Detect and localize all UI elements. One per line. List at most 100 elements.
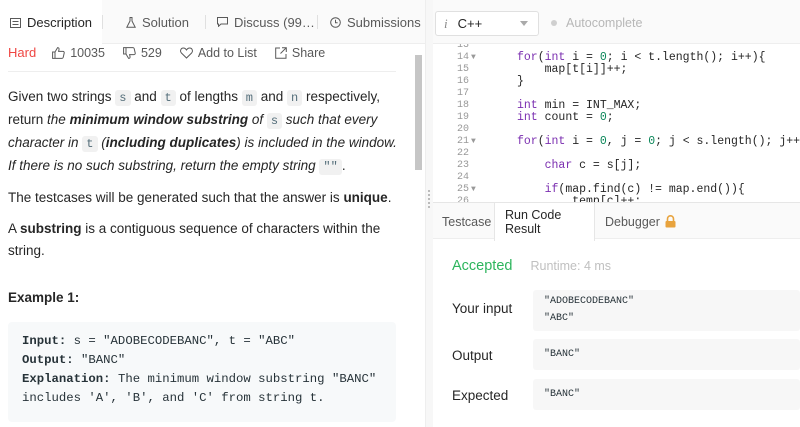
line-number: 24 (456, 172, 469, 183)
code-line[interactable]: 16} (433, 76, 800, 88)
add-to-list-label: Add to List (197, 45, 257, 60)
text: The testcases will be generated such tha… (8, 190, 344, 205)
tab-description[interactable]: Description (0, 0, 102, 45)
expected-value: "BANC" (544, 389, 581, 400)
likes-count: 10035 (70, 45, 105, 60)
text: ( (97, 135, 106, 150)
text: Given two strings (8, 89, 116, 104)
code-text: for(int i = 0, j = 0; j < s.length(); j+… (517, 135, 800, 148)
example-output: Output: "BANC" (22, 351, 382, 370)
description-scrollbar[interactable] (415, 55, 422, 170)
tab-debugger[interactable]: Debugger (595, 203, 685, 240)
tab-run-code-result[interactable]: Run Code Result (494, 203, 595, 241)
tab-discuss[interactable]: Discuss (99… (205, 0, 317, 44)
drag-handle-icon (428, 190, 430, 210)
clock-icon (330, 16, 341, 28)
console-tab-bar: Testcase Run Code Result Debugger (433, 202, 800, 241)
tab-solution-label: Solution (142, 14, 189, 30)
example-input: Input: s = "ADOBECODEBANC", t = "ABC" (22, 332, 382, 351)
emphasis: substring (20, 221, 82, 236)
code-line[interactable]: 21 ▼ for(int i = 0, j = 0; j < s.length();… (433, 136, 800, 148)
inline-code: "" (319, 159, 342, 175)
example-label: Output: (22, 353, 74, 367)
text: A (8, 221, 21, 236)
divider (8, 71, 396, 72)
line-number: 16 (456, 76, 469, 87)
code-text: char c = s[j]; (544, 159, 642, 172)
your-input-label: Your input (452, 301, 513, 316)
fold-arrow-icon[interactable]: ▼ (471, 136, 476, 148)
tab-solution[interactable]: Solution (102, 0, 204, 44)
fold-arrow-icon[interactable]: ▼ (471, 52, 476, 64)
text: . (341, 158, 346, 173)
code-line[interactable]: 19 int count = 0; (433, 112, 800, 124)
line-number: 19 (456, 112, 469, 123)
output-value: "BANC" (544, 349, 581, 360)
your-input-line: "ADOBECODEBANC" (544, 296, 635, 307)
problem-description: Given two strings s and t of lengths m a… (8, 86, 400, 271)
description-icon (10, 17, 21, 28)
output-box: "BANC" (533, 339, 800, 370)
code-line[interactable]: 23 char c = s[j]; (433, 160, 800, 172)
tab-submissions-label: Submissions (347, 14, 421, 30)
share-button[interactable]: Share (275, 46, 325, 60)
emphasis: including duplicates (105, 135, 237, 150)
editor-toolbar: i C++ Autocomplete (433, 0, 800, 44)
description-paragraph: Given two strings s and t of lengths m a… (8, 86, 400, 178)
text: of lengths (175, 89, 242, 104)
tab-discuss-label: Discuss (99… (234, 14, 315, 30)
inline-code: n (287, 90, 303, 106)
line-number: 13 (456, 44, 469, 51)
example-label: Explanation: (22, 372, 111, 386)
add-to-list-button[interactable]: Add to List (179, 45, 257, 60)
share-label: Share (291, 45, 326, 60)
text: . (387, 190, 392, 205)
difficulty-badge: Hard (8, 45, 37, 60)
description-panel: Description Solution Discuss (99… Submis… (0, 0, 425, 427)
description-paragraph: The testcases will be generated such tha… (8, 187, 400, 209)
tab-debugger-label: Debugger (605, 214, 660, 229)
line-number: 18 (456, 100, 469, 111)
code-line[interactable]: 18 int min = INT_MAX; (433, 100, 800, 112)
tab-testcase[interactable]: Testcase (433, 203, 494, 240)
inline-code: t (160, 90, 176, 106)
runtime-value: Runtime: 4 ms (530, 259, 612, 273)
fold-arrow-icon[interactable]: ▼ (471, 184, 476, 196)
heart-icon (179, 46, 193, 59)
code-text: int count = 0; (517, 111, 614, 124)
dislikes-count: 529 (140, 45, 162, 60)
problem-meta-bar: Hard 10035 529 Add to List Share (8, 44, 343, 61)
text: and (130, 89, 161, 104)
line-number: 20 (456, 124, 469, 135)
status-accepted: Accepted (452, 258, 513, 274)
expected-label: Expected (452, 388, 509, 403)
inline-code: m (241, 90, 257, 106)
language-select[interactable]: i C++ (435, 11, 539, 36)
thumbs-up-icon (52, 46, 65, 59)
line-number: 17 (456, 88, 469, 99)
text: of (248, 112, 267, 127)
inline-code: t (82, 136, 98, 152)
dislike-button[interactable]: 529 (123, 46, 162, 60)
example-explanation: Explanation: The minimum window substrin… (22, 370, 382, 389)
panel-resize-handle[interactable] (425, 0, 433, 427)
lock-icon (665, 215, 676, 228)
emphasis: minimum window substring (69, 112, 249, 127)
thumbs-down-icon (123, 46, 136, 59)
run-status: Accepted Runtime: 4 ms (452, 258, 611, 274)
example-value: "BANC" (73, 353, 126, 367)
code-editor[interactable]: 13 14 ▼ for(int i = 0; i < t.length(); i++)… (433, 44, 800, 202)
autocomplete-toggle[interactable]: Autocomplete (551, 16, 642, 30)
share-icon (275, 46, 287, 59)
code-text: map[t[i]]++; (517, 63, 628, 76)
example-title: Example 1: (8, 290, 80, 305)
line-number: 15 (456, 64, 469, 75)
flask-icon (126, 16, 136, 28)
tab-submissions[interactable]: Submissions (318, 0, 425, 44)
text: the (47, 112, 70, 127)
expected-box: "BANC" (533, 379, 800, 410)
like-button[interactable]: 10035 (52, 46, 105, 60)
inline-code: s (266, 113, 283, 129)
code-line[interactable]: 15 map[t[i]]++; (433, 64, 800, 76)
language-value: C++ (457, 16, 483, 31)
